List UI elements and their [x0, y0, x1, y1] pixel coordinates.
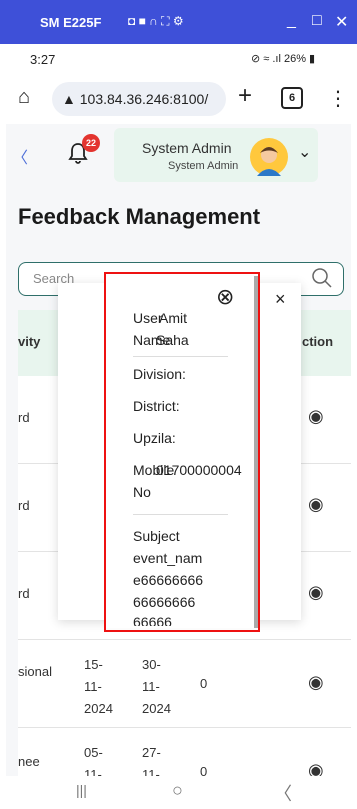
status-indicators: ⊘ ≈ .ıl 26% ▮ [251, 53, 316, 65]
window-titlebar: SM E225F ◘ ■ ∩ ⛶ ⚙ _ □ ✕ [0, 0, 357, 44]
tab-count-button[interactable]: 6 [281, 87, 303, 109]
avatar [250, 138, 288, 176]
user-menu[interactable]: System Admin System Admin ⌄ [114, 128, 318, 182]
row-end-date: 30- 11- 2024 [142, 657, 171, 716]
eye-icon[interactable]: ◉ [308, 760, 324, 776]
table-row: nee 05- 11- 27- 11- 0 ◉ [18, 728, 351, 776]
close-window-button[interactable]: ✕ [335, 12, 348, 32]
user-role: System Admin [168, 160, 239, 172]
url-text: 103.84.36.246:8100/ [79, 91, 209, 107]
notification-badge: 22 [82, 134, 100, 152]
eye-icon[interactable]: ◉ [308, 494, 324, 515]
header-action: ction [302, 334, 334, 349]
row-start-date: 15- 11- 2024 [84, 657, 113, 716]
row-activity: rd [18, 586, 30, 601]
row-activity: nee [18, 754, 40, 769]
search-icon[interactable] [311, 267, 333, 292]
browser-menu-icon[interactable]: ⋮ [328, 86, 348, 111]
back-icon[interactable]: 〈 [274, 780, 292, 806]
close-icon[interactable]: × [275, 289, 286, 310]
user-name: System Admin [142, 140, 232, 156]
eye-icon[interactable]: ◉ [308, 582, 324, 603]
row-activity: sional [18, 664, 52, 679]
home-nav-icon[interactable]: ○ [172, 780, 183, 801]
warning-icon: ▲ [62, 91, 80, 107]
new-tab-button[interactable]: + [238, 82, 252, 110]
android-navbar: ||| ○ 〈 [0, 776, 357, 809]
row-start-date: 05- 11- [84, 745, 103, 776]
highlight-box [104, 272, 260, 632]
row-end-date: 27- 11- [142, 745, 161, 776]
row-count: 0 [200, 764, 208, 776]
maximize-button[interactable]: □ [312, 12, 322, 30]
eye-icon[interactable]: ◉ [308, 672, 324, 693]
window-status-icons: ◘ ■ ∩ ⛶ ⚙ [128, 14, 184, 28]
url-field[interactable]: ▲ 103.84.36.246:8100/ [52, 82, 226, 116]
minimize-button[interactable]: _ [287, 12, 296, 30]
table-row: sional 15- 11- 2024 30- 11- 2024 0 ◉ [18, 640, 351, 728]
header-activity: vity [18, 334, 41, 349]
row-count: 0 [200, 676, 208, 691]
browser-toolbar: ⌂ ▲ 103.84.36.246:8100/ + 6 ⋮ [6, 74, 351, 124]
row-activity: rd [18, 498, 30, 513]
home-icon[interactable]: ⌂ [18, 86, 30, 109]
eye-icon[interactable]: ◉ [308, 406, 324, 427]
chevron-down-icon[interactable]: ⌄ [298, 142, 311, 162]
status-time: 3:27 [30, 52, 56, 67]
recent-apps-icon[interactable]: ||| [76, 782, 87, 798]
status-bar: 3:27 ⊘ ≈ .ıl 26% ▮ [6, 44, 351, 74]
page-title: Feedback Management [18, 204, 261, 229]
row-activity: rd [18, 410, 30, 425]
collapse-sidebar-icon[interactable]: 〈 [12, 144, 28, 168]
window-title: SM E225F [40, 15, 102, 30]
